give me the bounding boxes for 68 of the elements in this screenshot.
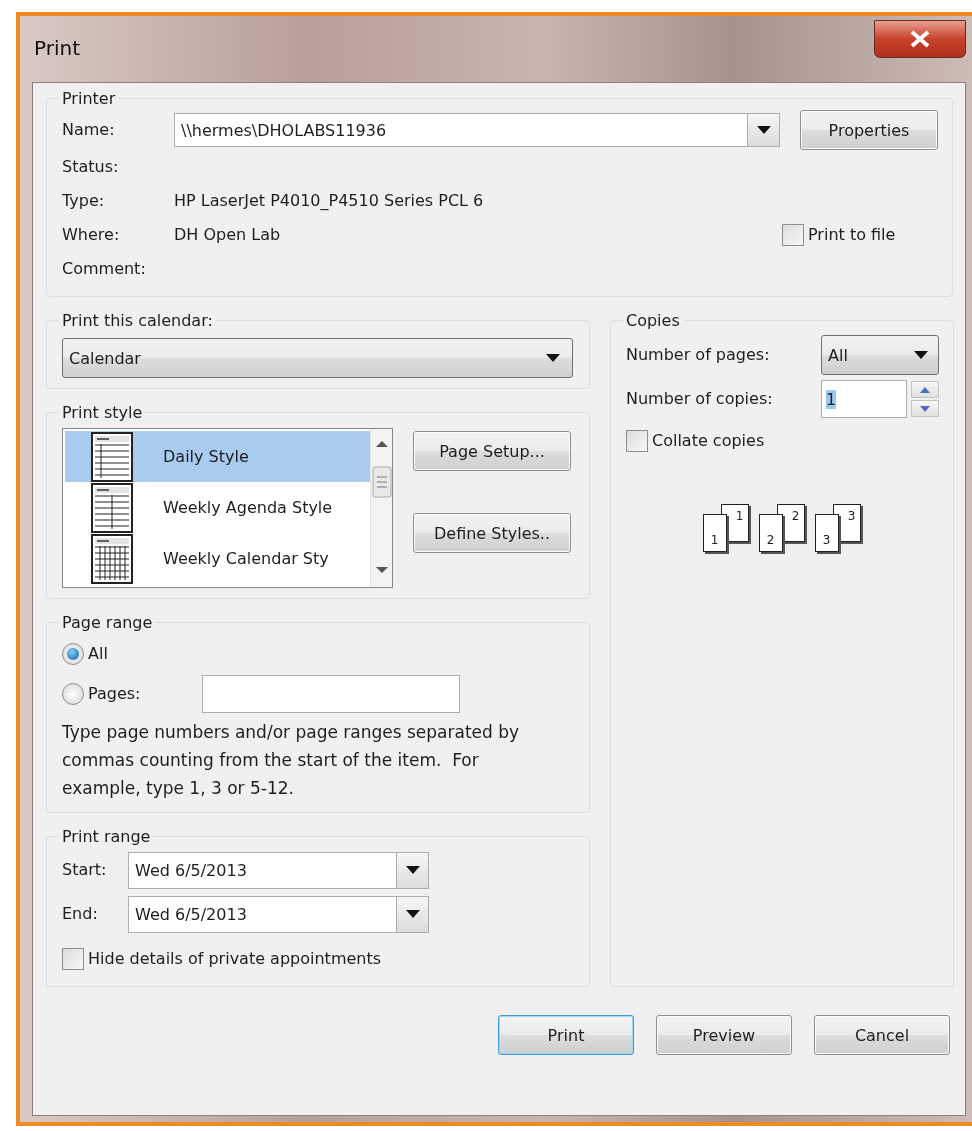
radio-label: All xyxy=(88,643,108,665)
close-button[interactable] xyxy=(874,20,966,58)
pages-dropdown[interactable]: All xyxy=(821,335,939,375)
group-title: Copies xyxy=(625,311,681,330)
dialog-button[interactable]: Preview xyxy=(656,1015,792,1055)
close-icon xyxy=(909,30,931,48)
date-value: Wed 6/5/2013 xyxy=(134,859,248,882)
field-label: Number of copies: xyxy=(626,388,773,410)
date-value: Wed 6/5/2013 xyxy=(134,903,248,926)
window-title: Print xyxy=(34,36,80,60)
dropdown-value: \\hermes\DHOLABS11936 xyxy=(180,119,388,142)
style-button[interactable]: Define Styles.. xyxy=(413,513,571,553)
pages-input[interactable] xyxy=(202,675,460,713)
printer-dropdown[interactable]: \\hermes\DHOLABS11936 xyxy=(174,113,780,147)
spinner[interactable] xyxy=(911,381,939,417)
radio-button[interactable] xyxy=(62,643,84,665)
date-picker[interactable]: Wed 6/5/2013 xyxy=(128,895,429,933)
field-label: Comment: xyxy=(62,258,147,280)
copies-input[interactable]: 1 xyxy=(821,380,907,418)
style-list-item[interactable]: Daily Style xyxy=(65,431,370,482)
radio-label: Pages: xyxy=(88,683,142,705)
page-layout-icon xyxy=(91,533,133,584)
scrollbar[interactable] xyxy=(370,429,392,587)
dialog-button[interactable]: Print xyxy=(498,1015,634,1055)
page-sheet: 2 xyxy=(758,514,783,552)
field-label: End: xyxy=(62,903,99,925)
properties-button[interactable]: Properties xyxy=(800,110,938,150)
checkbox-label: Collate copies xyxy=(652,430,765,452)
group-title: Print this calendar: xyxy=(61,311,214,330)
dropdown-value: All xyxy=(828,345,848,365)
field-label: Name: xyxy=(62,119,116,141)
field-value: DH Open Lab xyxy=(174,224,282,246)
style-name: Daily Style xyxy=(163,447,249,466)
style-button[interactable]: Page Setup... xyxy=(413,431,571,471)
calendar-dropdown[interactable]: Calendar xyxy=(62,338,573,378)
group-title: Print style xyxy=(61,403,144,422)
checkbox[interactable] xyxy=(782,224,804,246)
radio-button[interactable] xyxy=(62,683,84,705)
field-value: HP LaserJet P4010_P4510 Series PCL 6 xyxy=(174,190,485,212)
help-text: Type page numbers and/or page ranges separated by commas counting from the start of the item. For example, type 1, 3 or 5-12. xyxy=(62,721,521,800)
dropdown-arrow-icon xyxy=(405,910,420,918)
group-title: Page range xyxy=(61,613,154,632)
page-sheet: 3 xyxy=(814,514,839,552)
field-label: Status: xyxy=(62,156,120,178)
checkbox-label: Print to file xyxy=(808,224,896,246)
field-label: Number of pages: xyxy=(626,344,770,366)
field-label: Type: xyxy=(62,190,106,212)
dropdown-value: Calendar xyxy=(69,348,141,368)
page-layout-icon xyxy=(91,431,133,482)
date-picker[interactable]: Wed 6/5/2013 xyxy=(128,851,429,889)
dialog-button[interactable]: Cancel xyxy=(814,1015,950,1055)
field-label: Where: xyxy=(62,224,121,246)
style-list-item[interactable]: Weekly Agenda Style xyxy=(65,482,370,533)
page-layout-icon xyxy=(91,482,133,533)
checkbox-label: Hide details of private appointments xyxy=(88,948,382,970)
checkbox[interactable] xyxy=(62,948,84,970)
dropdown-arrow-icon xyxy=(756,126,771,134)
dropdown-arrow-icon xyxy=(546,354,560,362)
page-sheet: 1 xyxy=(702,514,727,552)
style-name: Weekly Agenda Style xyxy=(163,498,333,517)
group-title: Printer xyxy=(61,89,117,108)
dropdown-arrow-icon xyxy=(405,866,420,874)
checkbox[interactable] xyxy=(626,430,648,452)
dropdown-arrow-icon xyxy=(914,351,928,359)
style-name: Weekly Calendar Sty xyxy=(163,549,329,568)
style-list-item[interactable]: Weekly Calendar Sty xyxy=(65,533,370,584)
field-label: Start: xyxy=(62,859,108,881)
group-title: Print range xyxy=(61,827,152,846)
